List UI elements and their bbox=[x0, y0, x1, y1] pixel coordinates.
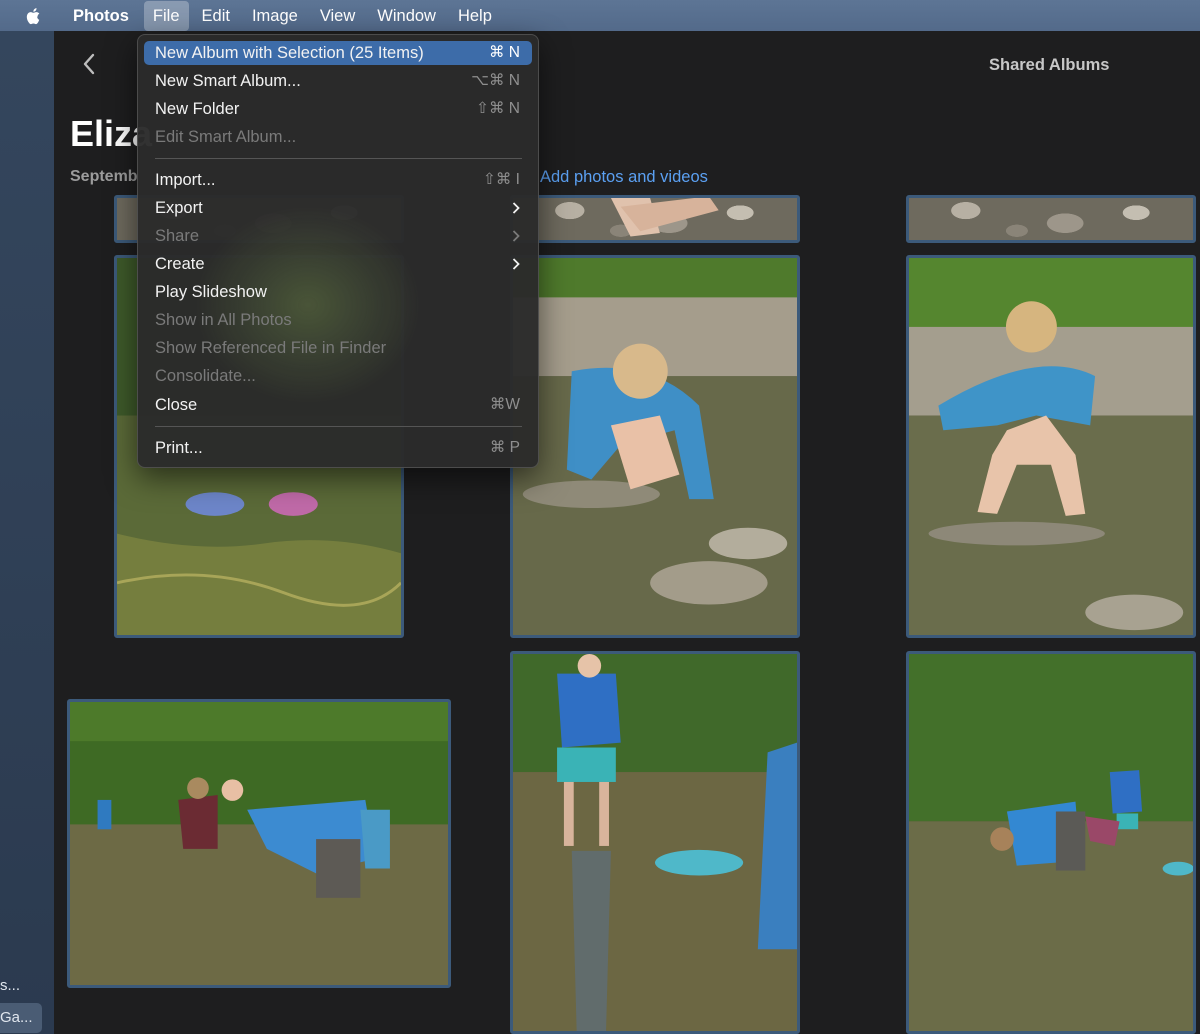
sidebar-item-truncated[interactable]: s... bbox=[0, 977, 20, 994]
menu-help[interactable]: Help bbox=[449, 1, 501, 31]
shared-albums-tab[interactable]: Shared Albums bbox=[989, 56, 1109, 75]
menu-edit[interactable]: Edit bbox=[193, 1, 239, 31]
photo-thumbnail[interactable] bbox=[510, 195, 800, 243]
menu-window[interactable]: Window bbox=[368, 1, 445, 31]
add-photos-link[interactable]: Add photos and videos bbox=[540, 168, 708, 187]
sidebar-item-selected-label: Ga... bbox=[0, 1009, 33, 1026]
sidebar: s... Ga... bbox=[0, 31, 54, 1034]
shortcut-label: ⌘ P bbox=[489, 439, 520, 456]
menu-item-new-smart-album[interactable]: New Smart Album... ⌥⌘ N bbox=[144, 69, 532, 93]
shortcut-label: ⌘ N bbox=[489, 44, 520, 61]
apple-icon[interactable] bbox=[24, 6, 44, 26]
menu-view[interactable]: View bbox=[311, 1, 364, 31]
menu-image[interactable]: Image bbox=[243, 1, 307, 31]
menu-item-close[interactable]: Close ⌘W bbox=[144, 393, 532, 417]
chevron-right-icon bbox=[512, 230, 520, 242]
menu-photos[interactable]: Photos bbox=[64, 1, 138, 31]
menu-item-edit-smart-album: Edit Smart Album... bbox=[155, 128, 297, 146]
menu-file[interactable]: File bbox=[143, 0, 189, 31]
menu-item-new-folder[interactable]: New Folder ⇧⌘ N bbox=[144, 97, 532, 121]
photo-thumbnail[interactable] bbox=[906, 255, 1196, 638]
menu-item-export[interactable]: Export bbox=[144, 196, 532, 220]
photo-thumbnail[interactable] bbox=[510, 651, 800, 1034]
menu-separator bbox=[155, 158, 522, 159]
menu-bar: Photos File Edit Image View Window Help bbox=[0, 0, 1200, 31]
photo-thumbnail[interactable] bbox=[906, 651, 1196, 1034]
album-date: Septemb bbox=[70, 168, 138, 185]
photo-thumbnail[interactable] bbox=[67, 699, 451, 988]
shortcut-label: ⇧⌘ I bbox=[482, 171, 520, 188]
menu-item-show-in-all-photos: Show in All Photos bbox=[155, 311, 292, 329]
chevron-right-icon bbox=[512, 202, 520, 214]
file-menu: New Album with Selection (25 Items) ⌘ N … bbox=[137, 34, 539, 468]
menu-item-show-referenced-file: Show Referenced File in Finder bbox=[155, 339, 387, 357]
shortcut-label: ⇧⌘ N bbox=[476, 100, 520, 117]
shortcut-label: ⌥⌘ N bbox=[471, 72, 520, 89]
menu-separator bbox=[155, 426, 522, 427]
sidebar-item-selected[interactable]: Ga... bbox=[0, 1003, 42, 1033]
shortcut-label: ⌘W bbox=[489, 396, 520, 413]
menu-item-share: Share bbox=[144, 224, 532, 248]
back-chevron-icon[interactable] bbox=[82, 53, 96, 75]
menu-item-create[interactable]: Create bbox=[144, 252, 532, 276]
menu-item-print[interactable]: Print... ⌘ P bbox=[144, 436, 532, 460]
menu-item-play-slideshow[interactable]: Play Slideshow bbox=[144, 280, 532, 304]
menu-item-import[interactable]: Import... ⇧⌘ I bbox=[144, 168, 532, 192]
menu-item-consolidate: Consolidate... bbox=[155, 367, 256, 385]
menu-item-new-album-with-selection[interactable]: New Album with Selection (25 Items) ⌘ N bbox=[144, 41, 532, 65]
photo-thumbnail[interactable] bbox=[906, 195, 1196, 243]
chevron-right-icon bbox=[512, 258, 520, 270]
photo-thumbnail[interactable] bbox=[510, 255, 800, 638]
